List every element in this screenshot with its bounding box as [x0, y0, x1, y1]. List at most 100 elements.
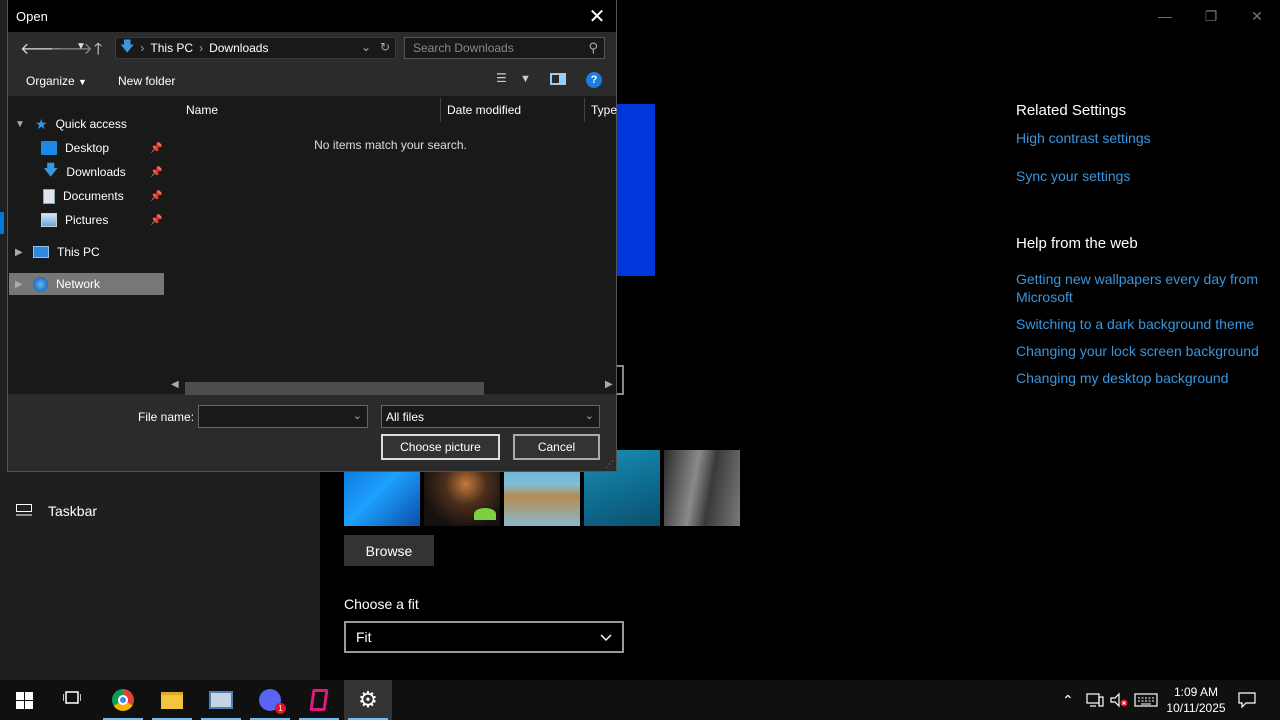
folder-icon	[161, 691, 183, 709]
nav-item-pictures[interactable]: Pictures 📌	[8, 209, 165, 231]
column-header-name[interactable]: Name	[186, 103, 218, 117]
dialog-footer: File name: ⌄ All files ⌄ Choose picture …	[8, 396, 616, 472]
help-link[interactable]: Changing your lock screen background	[1016, 342, 1266, 360]
taskbar-app-file-explorer[interactable]	[148, 680, 196, 720]
chevron-down-icon	[600, 629, 612, 645]
nav-item-documents[interactable]: Documents 📌	[8, 185, 165, 207]
chevron-right-icon: ›	[199, 41, 204, 55]
sidebar-item-label: Taskbar	[48, 503, 98, 519]
taskbar-app-3[interactable]	[197, 680, 245, 720]
chevron-right-icon: ›	[140, 41, 145, 55]
clock-date: 10/11/2025	[1166, 701, 1226, 715]
taskbar-clock[interactable]: 1:09 AM 10/11/2025	[1160, 684, 1232, 716]
show-hidden-icons-button[interactable]: ⌃	[1062, 680, 1074, 720]
taskbar-app-discord[interactable]: 1	[246, 680, 294, 720]
help-link[interactable]: Switching to a dark background theme	[1016, 315, 1266, 333]
nav-label: Quick access	[55, 117, 127, 131]
related-settings: Related Settings High contrast settings …	[1016, 102, 1266, 185]
nav-item-downloads[interactable]: 🡇 Downloads 📌	[8, 161, 165, 183]
empty-message: No items match your search.	[314, 138, 467, 152]
file-name-input[interactable]: ⌄	[198, 405, 368, 428]
up-arrow-icon[interactable]: 🡑	[94, 38, 102, 65]
help-link[interactable]: Getting new wallpapers every day from Mi…	[1016, 270, 1266, 306]
window-controls: — ❐ ✕	[1142, 0, 1280, 32]
address-bar[interactable]: 🡇 › This PC › Downloads ⌄ ↻	[115, 37, 396, 59]
organize-button[interactable]: Organize ▼	[26, 74, 87, 88]
task-view-button[interactable]	[48, 680, 96, 720]
nav-item-desktop[interactable]: Desktop 📌	[8, 137, 165, 159]
close-icon[interactable]: ✕	[586, 4, 608, 29]
dialog-title-bar: Open ✕	[8, 0, 616, 32]
navigation-pane: ▼ ★ Quick access Desktop 📌 🡇 Downloads 📌…	[8, 96, 165, 394]
breadcrumb-this-pc[interactable]: This PC	[150, 41, 193, 55]
download-icon: 🡇	[120, 38, 135, 54]
column-header-type[interactable]: Type	[591, 103, 617, 117]
chevron-down-icon[interactable]: ▼	[15, 119, 25, 130]
discord-icon: 1	[259, 689, 286, 714]
nav-item-this-pc[interactable]: ▶ This PC	[8, 241, 165, 263]
start-button[interactable]	[0, 680, 48, 720]
chevron-right-icon[interactable]: ▶	[15, 279, 23, 290]
refresh-icon[interactable]: ↻	[380, 40, 390, 54]
recent-image-thumbnail[interactable]	[664, 450, 740, 526]
pin-icon: 📌	[150, 190, 163, 202]
column-headers: Name Date modified Type	[165, 96, 617, 122]
chevron-down-icon[interactable]: ▼	[520, 73, 531, 85]
scroll-right-icon[interactable]: ▶	[605, 379, 613, 390]
chevron-down-icon[interactable]: ⌄	[353, 409, 362, 422]
nav-item-network[interactable]: ▶ Network	[9, 273, 164, 295]
breadcrumb-downloads[interactable]: Downloads	[209, 41, 268, 55]
file-type-filter[interactable]: All files ⌄	[381, 405, 600, 428]
notification-badge: 1	[275, 703, 286, 714]
horizontal-scrollbar[interactable]: ◀ ▶	[165, 378, 616, 395]
scrollbar-thumb[interactable]	[185, 382, 484, 395]
address-row: 🡐 🡒 ▼ 🡑 🡇 › This PC › Downloads ⌄ ↻ Sear…	[8, 35, 616, 61]
scroll-left-icon[interactable]: ◀	[171, 379, 179, 390]
pin-icon: 📌	[150, 214, 163, 226]
resize-grip-icon[interactable]: ⋰	[605, 459, 614, 470]
nav-item-quick-access[interactable]: ▼ ★ Quick access	[8, 113, 165, 135]
browse-button[interactable]: Browse	[344, 535, 434, 566]
chevron-right-icon[interactable]: ▶	[15, 247, 23, 258]
nav-label: Desktop	[65, 141, 110, 155]
action-center-button[interactable]	[1238, 680, 1256, 720]
nav-label: Downloads	[66, 165, 126, 179]
chevron-down-icon: ▼	[78, 77, 87, 87]
taskbar-app-settings[interactable]: ⚙	[344, 680, 392, 720]
preview-pane-icon[interactable]	[550, 73, 566, 85]
app-window-icon	[209, 691, 233, 709]
cancel-button[interactable]: Cancel	[513, 434, 600, 460]
taskbar-app-5[interactable]	[295, 680, 343, 720]
high-contrast-link[interactable]: High contrast settings	[1016, 129, 1266, 147]
fit-select-value: Fit	[356, 629, 372, 645]
help-link[interactable]: Changing my desktop background	[1016, 369, 1266, 387]
recent-locations-icon[interactable]: ▼	[76, 41, 86, 52]
chevron-down-icon[interactable]: ⌄	[361, 40, 371, 54]
chrome-icon	[112, 689, 134, 711]
taskbar-app-chrome[interactable]	[99, 680, 147, 720]
help-icon[interactable]: ?	[586, 72, 602, 88]
volume-muted-icon[interactable]	[1110, 680, 1128, 720]
network-tray-icon[interactable]	[1086, 680, 1104, 720]
nav-label: Pictures	[65, 213, 109, 227]
clock-time: 1:09 AM	[1173, 685, 1219, 699]
choose-fit-label: Choose a fit	[344, 596, 419, 612]
fit-select[interactable]: Fit	[344, 621, 624, 653]
windows-taskbar: 1 ⚙ ⌃ 1:09 AM 10/11/2025	[0, 680, 1280, 720]
sidebar-item-taskbar[interactable]: Taskbar	[16, 503, 97, 519]
star-icon: ★	[35, 115, 48, 132]
sidebar-selection-indicator	[0, 212, 4, 234]
sync-settings-link[interactable]: Sync your settings	[1016, 167, 1266, 185]
column-header-date-modified[interactable]: Date modified	[447, 103, 521, 117]
new-folder-button[interactable]: New folder	[118, 74, 175, 88]
forward-arrow-icon[interactable]: 🡒	[50, 38, 93, 59]
restore-button[interactable]: ❐	[1188, 0, 1234, 32]
background-type-dropdown[interactable]	[616, 365, 624, 395]
view-options-icon[interactable]: ☰	[496, 71, 507, 85]
keyboard-icon[interactable]	[1134, 680, 1158, 720]
minimize-button[interactable]: —	[1142, 0, 1188, 32]
choose-picture-button[interactable]: Choose picture	[381, 434, 500, 460]
task-view-icon	[62, 690, 82, 711]
close-window-button[interactable]: ✕	[1234, 0, 1280, 32]
search-input[interactable]: Search Downloads ⚲	[404, 37, 605, 59]
